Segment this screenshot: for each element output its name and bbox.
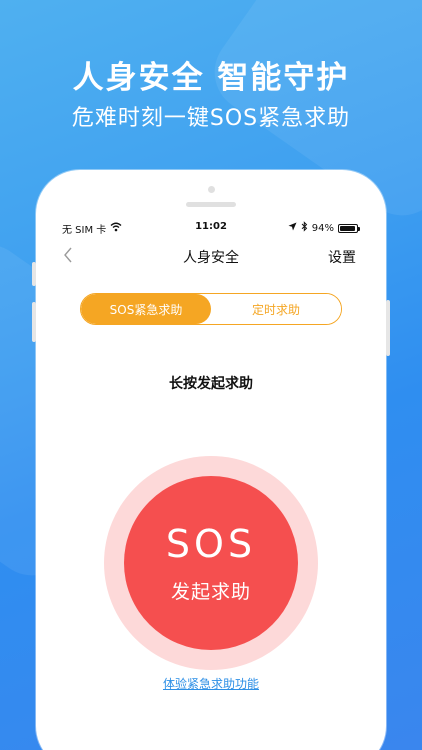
tab-timed-help[interactable]: 定时求助	[211, 294, 341, 324]
battery-fill	[340, 225, 356, 231]
phone-camera	[208, 186, 215, 193]
experience-emergency-link[interactable]: 体验紧急求助功能	[52, 675, 370, 692]
location-arrow-icon	[288, 222, 297, 234]
battery-percent: 94%	[311, 222, 334, 234]
status-bar: 无 SIM 卡 11:02 94%	[52, 216, 370, 238]
sos-label: SOS	[165, 521, 257, 566]
page-title: 人身安全	[183, 250, 239, 266]
promo-subline: 危难时刻一键SOS紧急求助	[71, 106, 351, 131]
tab-sos-emergency[interactable]: SOS紧急求助	[81, 294, 211, 324]
phone-power-button	[386, 300, 390, 356]
mode-segmented-control: SOS紧急求助 定时求助	[80, 293, 342, 325]
sos-button[interactable]: SOS 发起求助	[124, 476, 298, 650]
phone-mockup: 无 SIM 卡 11:02 94% 人身安全 设置 SOS紧急求助 定时求助 长…	[32, 170, 390, 750]
long-press-instruction: 长按发起求助	[169, 376, 253, 392]
status-right: 94%	[288, 221, 360, 235]
phone-speaker	[186, 202, 236, 207]
promo-headline: 人身安全 智能守护	[72, 60, 350, 96]
app-screen: 无 SIM 卡 11:02 94% 人身安全 设置 SOS紧急求助 定时求助 长…	[52, 216, 370, 750]
phone-volume-button	[32, 262, 36, 286]
nav-bar: 人身安全 设置	[52, 242, 370, 272]
sos-sublabel: 发起求助	[170, 580, 251, 603]
phone-volume-button	[32, 302, 36, 342]
battery-icon	[338, 223, 360, 233]
settings-button[interactable]: 设置	[328, 247, 356, 267]
bluetooth-icon	[301, 221, 308, 235]
